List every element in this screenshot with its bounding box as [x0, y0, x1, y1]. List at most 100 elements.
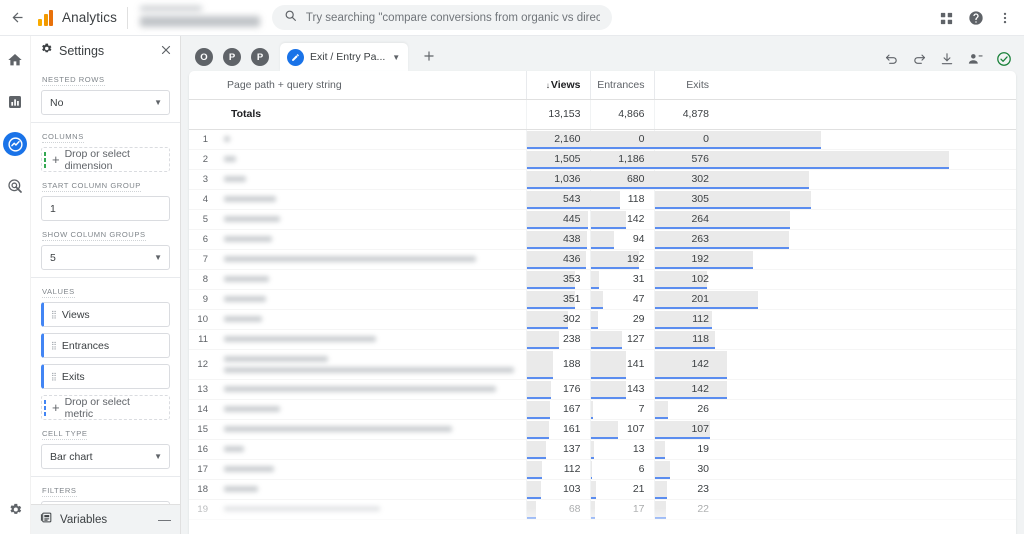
table-row[interactable]: 8 353 31 102 — [189, 269, 1016, 290]
redo-icon[interactable] — [912, 52, 927, 67]
apps-grid-icon[interactable] — [939, 11, 954, 26]
page-path-cell[interactable] — [215, 479, 526, 500]
cell-entrances[interactable]: 7 — [589, 399, 654, 420]
cell-views[interactable]: 103 — [525, 479, 590, 500]
cell-views[interactable]: 2,160 — [525, 129, 821, 150]
table-row[interactable]: 4 543 118 305 — [189, 189, 1016, 210]
table-row[interactable]: 1 2,160 0 0 — [189, 129, 1016, 150]
tab-circle-1[interactable]: P — [223, 48, 241, 66]
page-path-cell[interactable] — [215, 289, 526, 310]
cell-exits[interactable]: 112 — [653, 309, 718, 330]
table-row[interactable]: 3 1,036 680 302 — [189, 169, 1016, 190]
cell-views[interactable]: 137 — [525, 439, 590, 460]
cell-entrances[interactable]: 13 — [589, 439, 654, 460]
close-icon[interactable] — [160, 44, 172, 58]
variables-bar[interactable]: Variables — — [31, 504, 181, 534]
table-row[interactable]: 10 302 29 112 — [189, 309, 1016, 330]
page-path-cell[interactable] — [215, 459, 526, 480]
sidebar-item-home[interactable] — [3, 48, 27, 72]
sidebar-item-advertising[interactable] — [3, 174, 27, 198]
page-path-cell[interactable] — [215, 149, 526, 170]
account-property-selector[interactable] — [138, 3, 266, 33]
show-column-groups-select[interactable]: 5 ▼ — [41, 245, 170, 270]
cell-exits[interactable]: 201 — [653, 289, 758, 310]
cell-exits[interactable]: 263 — [653, 229, 789, 250]
cell-type-select[interactable]: Bar chart ▼ — [41, 444, 170, 469]
tab-exit-entry-paths[interactable]: Exit / Entry Pa... ▼ — [280, 43, 409, 71]
cell-views[interactable]: 68 — [525, 499, 590, 520]
cell-views[interactable]: 238 — [525, 329, 590, 350]
cell-exits[interactable]: 102 — [653, 269, 718, 290]
columns-drop-target[interactable]: + Drop or select dimension — [41, 147, 170, 172]
cell-entrances[interactable]: 31 — [589, 269, 654, 290]
back-arrow-icon[interactable] — [0, 0, 34, 36]
table-row[interactable]: 11 238 127 118 — [189, 329, 1016, 350]
value-chip-exits[interactable]: ⣿ Exits — [41, 364, 170, 389]
cell-entrances[interactable]: 21 — [589, 479, 654, 500]
cell-entrances[interactable]: 29 — [589, 309, 654, 330]
cell-exits[interactable]: 23 — [653, 479, 718, 500]
cell-exits[interactable]: 0 — [653, 129, 718, 150]
cell-exits[interactable]: 305 — [653, 189, 811, 210]
cell-exits[interactable]: 192 — [653, 249, 753, 270]
cell-exits[interactable]: 142 — [653, 379, 727, 400]
sidebar-item-explore[interactable] — [3, 132, 27, 156]
cell-views[interactable]: 445 — [525, 209, 590, 230]
metric-drop-target[interactable]: + Drop or select metric — [41, 395, 170, 420]
page-path-cell[interactable] — [215, 439, 526, 460]
nested-rows-select[interactable]: No ▼ — [41, 90, 170, 115]
column-header-views[interactable]: ↓Views — [525, 71, 590, 100]
cell-entrances[interactable]: 192 — [589, 249, 654, 270]
page-path-cell[interactable] — [215, 349, 526, 380]
page-path-cell[interactable] — [215, 209, 526, 230]
cell-exits[interactable]: 302 — [653, 169, 809, 190]
page-path-cell[interactable] — [215, 499, 526, 520]
gear-icon[interactable] — [4, 498, 26, 520]
cell-exits[interactable]: 118 — [653, 329, 718, 350]
cell-exits[interactable]: 576 — [653, 149, 949, 170]
table-row[interactable]: 17 112 6 30 — [189, 459, 1016, 480]
cell-exits[interactable]: 30 — [653, 459, 718, 480]
cell-entrances[interactable]: 143 — [589, 379, 654, 400]
cell-views[interactable]: 1,036 — [525, 169, 668, 190]
check-circle-icon[interactable] — [996, 51, 1012, 67]
page-path-cell[interactable] — [215, 269, 526, 290]
cell-entrances[interactable]: 142 — [589, 209, 654, 230]
table-row[interactable]: 7 436 192 192 — [189, 249, 1016, 270]
share-person-icon[interactable] — [967, 52, 983, 66]
undo-icon[interactable] — [884, 52, 899, 67]
cell-exits[interactable]: 26 — [653, 399, 718, 420]
start-column-group-input[interactable]: 1 — [41, 196, 170, 221]
help-icon[interactable] — [968, 10, 984, 26]
cell-entrances[interactable]: 118 — [589, 189, 654, 210]
search-input[interactable]: Try searching "compare conversions from … — [271, 5, 612, 30]
cell-views[interactable]: 161 — [525, 419, 590, 440]
cell-views[interactable]: 438 — [525, 229, 590, 250]
table-row[interactable]: 14 167 7 26 — [189, 399, 1016, 420]
cell-views[interactable]: 351 — [525, 289, 590, 310]
cell-entrances[interactable]: 141 — [589, 349, 654, 380]
cell-entrances[interactable]: 17 — [589, 499, 654, 520]
add-tab-button[interactable] — [418, 45, 440, 67]
cell-entrances[interactable]: 6 — [589, 459, 654, 480]
page-path-cell[interactable] — [215, 309, 526, 330]
cell-entrances[interactable]: 1,186 — [589, 149, 885, 170]
cell-entrances[interactable]: 107 — [589, 419, 654, 440]
download-icon[interactable] — [940, 52, 954, 66]
cell-views[interactable]: 302 — [525, 309, 590, 330]
table-row[interactable]: 6 438 94 263 — [189, 229, 1016, 250]
column-header-exits[interactable]: Exits — [653, 71, 718, 100]
cell-views[interactable]: 176 — [525, 379, 590, 400]
value-chip-views[interactable]: ⣿ Views — [41, 302, 170, 327]
cell-views[interactable]: 167 — [525, 399, 590, 420]
cell-exits[interactable]: 264 — [653, 209, 790, 230]
tab-circle-0[interactable]: O — [195, 48, 213, 66]
cell-exits[interactable]: 142 — [653, 349, 727, 380]
cell-views[interactable]: 188 — [525, 349, 590, 380]
table-row[interactable]: 9 351 47 201 — [189, 289, 1016, 310]
page-path-cell[interactable] — [215, 379, 526, 400]
page-path-cell[interactable] — [215, 189, 526, 210]
cell-entrances[interactable]: 680 — [589, 169, 760, 190]
cell-exits[interactable]: 107 — [653, 419, 718, 440]
table-row[interactable]: 15 161 107 107 — [189, 419, 1016, 440]
